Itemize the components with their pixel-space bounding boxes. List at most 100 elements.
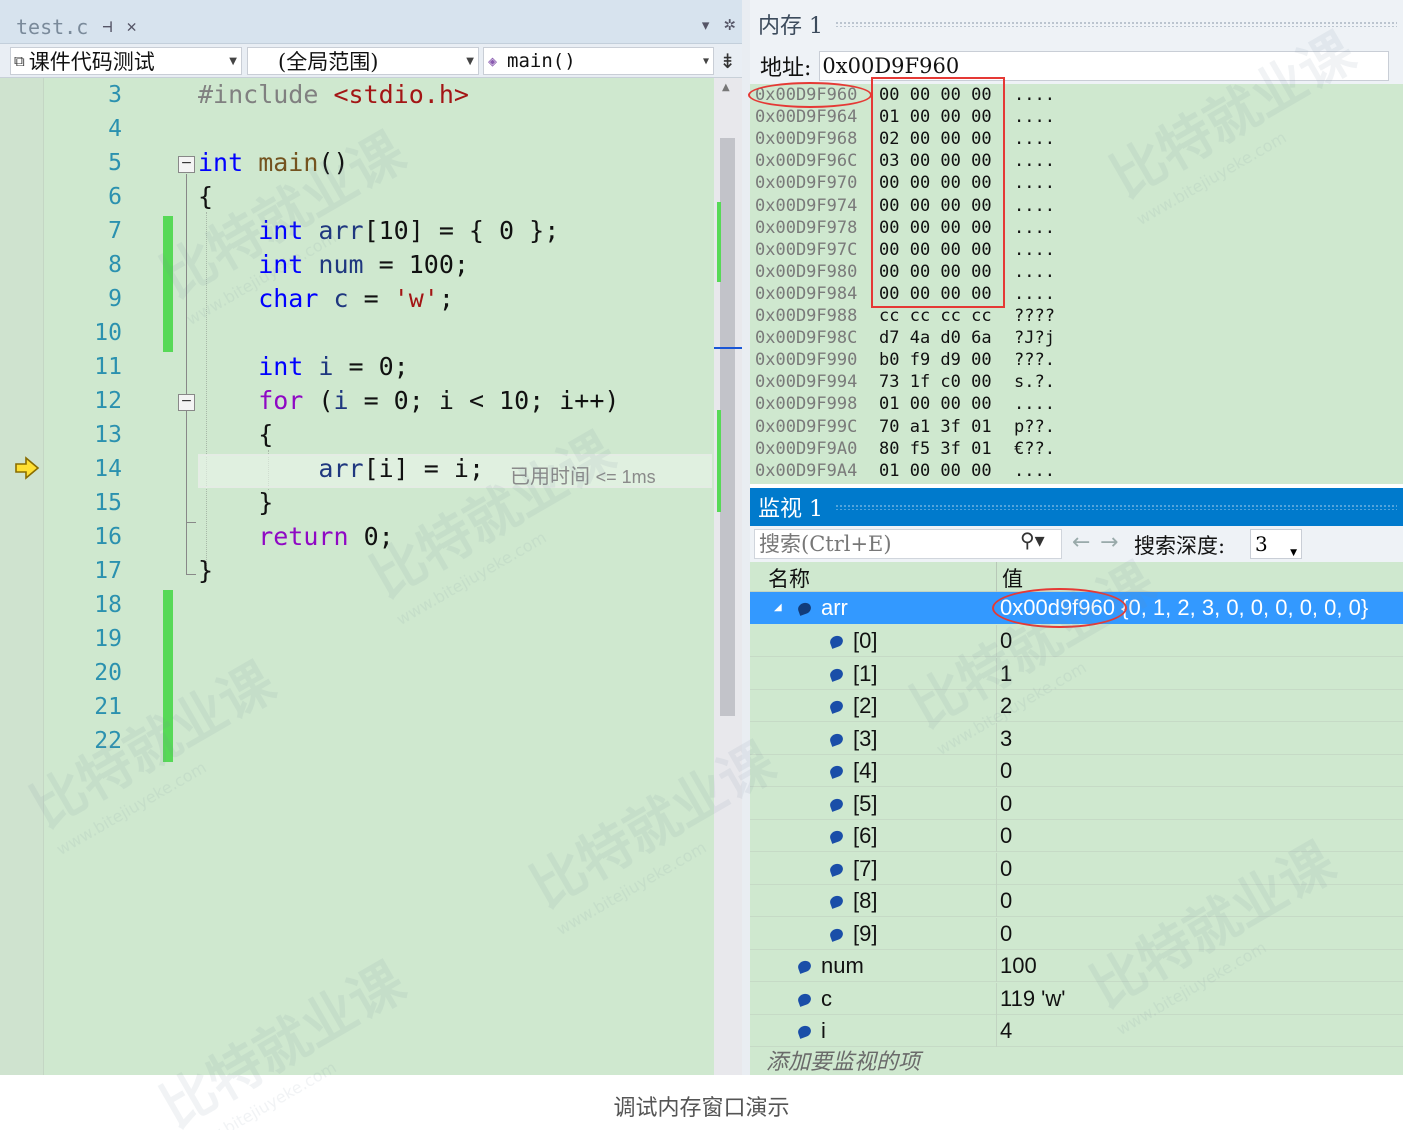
- code-token: int: [198, 148, 244, 177]
- pane-splitter[interactable]: [742, 0, 750, 1075]
- tab-filename: test.c: [16, 15, 89, 39]
- arrow-left-icon[interactable]: ←: [1072, 530, 1090, 555]
- line-number: 9: [108, 286, 122, 312]
- tab-test-c[interactable]: test.c ⊣ ✕: [8, 10, 145, 44]
- watch-row[interactable]: num 100: [750, 950, 1403, 982]
- memory-address: 0x00D9F970: [755, 173, 858, 194]
- memory-window-title[interactable]: 内存 1: [750, 0, 1403, 48]
- code-area[interactable]: − − 3 4 5 6 7 8 9 10 11 12 13 14 15 16 17 18 19 20 21 22 #i…: [0, 78, 742, 1075]
- code-token: i: [303, 352, 334, 381]
- code-line[interactable]: int main(): [198, 146, 349, 180]
- memory-chars: ....: [1014, 283, 1055, 304]
- watch-window: 监视 1 搜索(Ctrl+E) ⚲▾ ← → 搜索深度: 3 ▼ 名称 值 ◢ …: [750, 488, 1403, 1075]
- navigation-bar: ⧉ 课件代码测试 ▼ (全局范围) ▼ ◈ main() ▼ ⇟: [0, 44, 742, 78]
- perf-tip-label: 已用时间: [510, 466, 590, 488]
- watch-window-title[interactable]: 监视 1: [750, 488, 1403, 526]
- title-grip: [835, 21, 1397, 27]
- line-number: 6: [108, 184, 122, 210]
- close-icon[interactable]: ✕: [127, 17, 137, 37]
- watch-name: [9]: [853, 920, 878, 946]
- glyph-margin[interactable]: [0, 78, 44, 1075]
- memory-address: 0x00D9F994: [755, 372, 858, 393]
- memory-chars: ....: [1014, 217, 1055, 238]
- change-bar: [163, 590, 173, 762]
- add-watch-item[interactable]: 添加要监视的项: [766, 1044, 920, 1076]
- watch-row[interactable]: [6] 0: [750, 820, 1403, 852]
- watch-value: 0: [1000, 628, 1013, 653]
- column-header-value[interactable]: 值: [1002, 563, 1023, 593]
- line-number: 21: [94, 694, 122, 720]
- code-line[interactable]: arr[i] = i;: [198, 452, 484, 486]
- memory-address: 0x00D9F9A4: [755, 460, 858, 481]
- column-header-name[interactable]: 名称: [768, 563, 810, 593]
- memory-address: 0x00D9F980: [755, 261, 858, 282]
- watch-row[interactable]: [5] 0: [750, 787, 1403, 820]
- watch-row[interactable]: [8] 0: [750, 885, 1403, 917]
- code-token: i: [333, 386, 349, 415]
- collapse-icon[interactable]: −: [178, 156, 195, 173]
- search-depth-dropdown[interactable]: 3 ▼: [1250, 529, 1302, 559]
- editor-scrollbar[interactable]: ▲: [714, 78, 742, 1075]
- memory-chars: ....: [1014, 195, 1055, 216]
- code-token: for: [198, 386, 304, 415]
- scope-name: (全局范围): [278, 50, 379, 74]
- watch-value: 3: [1000, 725, 1013, 751]
- highlight-oval: [748, 82, 872, 108]
- memory-chars: ????: [1014, 306, 1055, 326]
- memory-bytes: 01 00 00 00: [879, 460, 992, 481]
- variable-icon: [828, 731, 845, 747]
- memory-address: 0x00D9F968: [755, 129, 858, 150]
- code-token: 'w': [393, 284, 439, 313]
- watch-value: 0: [1000, 823, 1013, 848]
- scroll-up-icon[interactable]: ▲: [722, 82, 730, 93]
- project-dropdown[interactable]: ⧉ 课件代码测试 ▼: [10, 47, 242, 75]
- watch-row[interactable]: [9] 0: [750, 917, 1403, 950]
- variable-icon: [828, 861, 845, 877]
- watch-row[interactable]: [3] 3: [750, 722, 1403, 755]
- code-line[interactable]: {: [198, 418, 273, 452]
- code-line[interactable]: }: [198, 554, 213, 588]
- scope-dropdown[interactable]: (全局范围) ▼: [247, 47, 479, 75]
- memory-address-bar: 地址: 0x00D9F960: [750, 48, 1403, 84]
- code-line[interactable]: int arr[10] = { 0 };: [198, 214, 559, 248]
- scrollbar-thumb[interactable]: [720, 138, 735, 716]
- watch-row[interactable]: c 119 'w': [750, 982, 1403, 1015]
- collapse-triangle-icon[interactable]: ◢: [774, 592, 782, 624]
- perf-tip[interactable]: 已用时间 <= 1ms: [510, 460, 656, 489]
- code-line[interactable]: for (i = 0; i < 10; i++): [198, 384, 619, 418]
- code-line[interactable]: #include <stdio.h>: [198, 78, 469, 112]
- watch-row[interactable]: [2] 2: [750, 690, 1403, 722]
- split-window-icon[interactable]: ⇟: [719, 49, 736, 73]
- collapse-icon[interactable]: −: [178, 394, 195, 411]
- gear-icon[interactable]: ✲: [723, 16, 736, 34]
- code-line[interactable]: return 0;: [198, 520, 393, 554]
- watch-row[interactable]: [4] 0: [750, 755, 1403, 787]
- figure-caption: 调试内存窗口演示: [613, 1096, 790, 1121]
- chevron-down-icon[interactable]: ▾: [702, 16, 710, 34]
- code-line[interactable]: char c = 'w';: [198, 282, 454, 316]
- highlight-oval: [992, 588, 1127, 628]
- watch-row[interactable]: [7] 0: [750, 852, 1403, 885]
- memory-bytes: 01 00 00 00: [879, 394, 992, 415]
- watch-value: 4: [1000, 1018, 1013, 1043]
- watch-row[interactable]: [0] 0: [750, 625, 1403, 657]
- chevron-down-icon: ▼: [466, 56, 474, 67]
- memory-chars: ?J?j: [1014, 328, 1055, 349]
- code-line[interactable]: int i = 0;: [198, 350, 409, 384]
- search-input[interactable]: 搜索(Ctrl+E): [754, 529, 1062, 559]
- pin-icon[interactable]: ⊣: [102, 17, 112, 37]
- code-line[interactable]: }: [198, 486, 273, 520]
- watch-name: c: [821, 985, 832, 1011]
- variable-icon: [828, 699, 845, 714]
- code-line[interactable]: {: [198, 180, 213, 214]
- search-icon[interactable]: ⚲▾: [1020, 528, 1045, 552]
- member-dropdown[interactable]: ◈ main() ▼: [483, 47, 714, 75]
- arrow-right-icon[interactable]: →: [1100, 530, 1118, 555]
- memory-address: 0x00D9F964: [755, 107, 858, 128]
- watch-row[interactable]: i4: [750, 1015, 1403, 1047]
- watch-row[interactable]: [1] 1: [750, 657, 1403, 690]
- code-token: int: [198, 352, 304, 381]
- watch-name: [2]: [853, 693, 878, 718]
- code-line[interactable]: int num = 100;: [198, 248, 469, 282]
- watch-name: [3]: [853, 725, 878, 751]
